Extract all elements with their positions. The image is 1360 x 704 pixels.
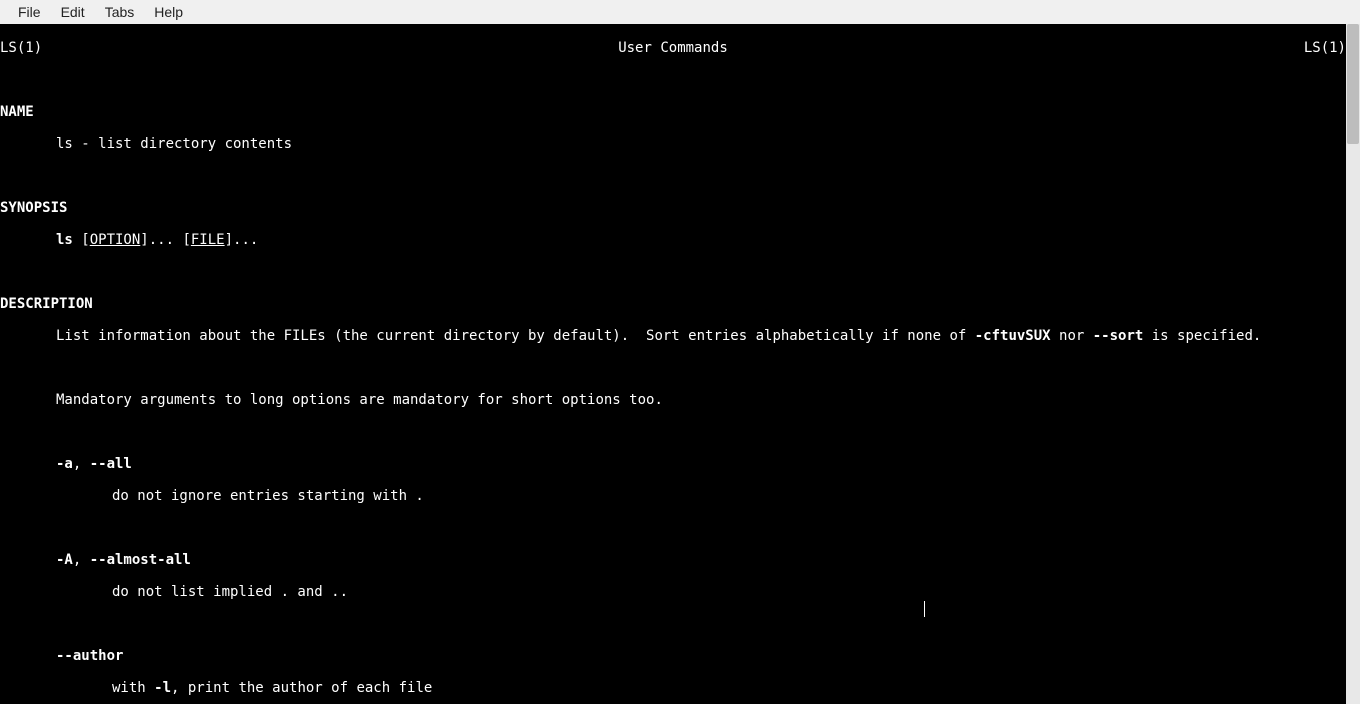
scrollbar[interactable]	[1346, 24, 1360, 704]
option-flag: --author	[56, 648, 123, 664]
desc-text: is specified.	[1143, 328, 1261, 344]
synopsis-text: [	[73, 232, 90, 248]
scrollbar-thumb[interactable]	[1347, 24, 1359, 144]
desc-text: Mandatory arguments to long options are …	[56, 392, 663, 408]
man-header-left: LS(1)	[0, 40, 42, 56]
menu-tabs[interactable]: Tabs	[95, 0, 145, 24]
terminal-area: LS(1)User CommandsLS(1) NAME ls - list d…	[0, 24, 1360, 704]
desc-text: List information about the FILEs (the cu…	[56, 328, 975, 344]
menu-edit[interactable]: Edit	[51, 0, 95, 24]
desc-text: nor	[1051, 328, 1093, 344]
option-desc: , print the author of each file	[171, 680, 432, 696]
option-flag: -a	[56, 456, 73, 472]
terminal[interactable]: LS(1)User CommandsLS(1) NAME ls - list d…	[0, 24, 1346, 704]
terminal-window: File Edit Tabs Help LS(1)User CommandsLS…	[0, 0, 1360, 704]
section-name: NAME	[0, 104, 34, 120]
synopsis-file: FILE	[191, 232, 225, 248]
section-synopsis: SYNOPSIS	[0, 200, 67, 216]
name-line: ls - list directory contents	[56, 136, 292, 152]
synopsis-text: ]... [	[140, 232, 191, 248]
option-sep: ,	[73, 552, 90, 568]
option-sep: ,	[73, 456, 90, 472]
option-desc: with	[112, 680, 154, 696]
man-header-right: LS(1)	[1304, 40, 1346, 56]
synopsis-text: ]...	[225, 232, 259, 248]
synopsis-option: OPTION	[90, 232, 141, 248]
menubar: File Edit Tabs Help	[0, 0, 1360, 24]
option-desc: do not list implied . and ..	[112, 584, 348, 600]
option-flag: --all	[90, 456, 132, 472]
menu-file[interactable]: File	[8, 0, 51, 24]
desc-flag: --sort	[1093, 328, 1144, 344]
section-description: DESCRIPTION	[0, 296, 93, 312]
desc-flag: -cftuvSUX	[975, 328, 1051, 344]
option-flag: --almost-all	[90, 552, 191, 568]
text-cursor	[924, 601, 925, 617]
man-header-center: User Commands	[42, 40, 1304, 56]
option-flag: -l	[154, 680, 171, 696]
option-desc: do not ignore entries starting with .	[112, 488, 424, 504]
menu-help[interactable]: Help	[144, 0, 193, 24]
option-flag: -A	[56, 552, 73, 568]
synopsis-cmd: ls	[56, 232, 73, 248]
